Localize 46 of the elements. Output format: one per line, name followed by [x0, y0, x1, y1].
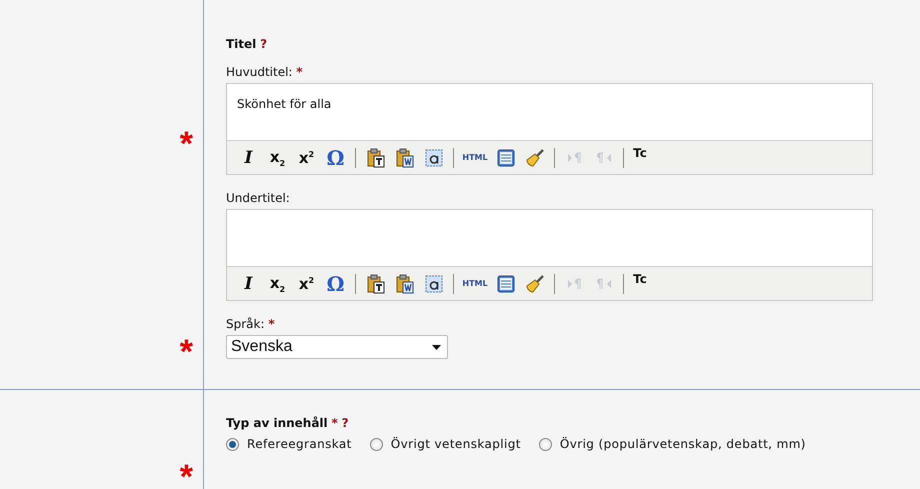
- tc-button[interactable]: Tc: [630, 146, 650, 170]
- sub-button[interactable]: x$_{2}$: [264, 146, 291, 170]
- required-mark: *: [331, 416, 338, 430]
- section-heading: Titel: [226, 37, 256, 51]
- help-link[interactable]: ?: [260, 37, 268, 51]
- paste-text-icon: [366, 148, 386, 168]
- omega-button[interactable]: Ω: [322, 272, 349, 296]
- paste-text-icon: [366, 274, 386, 294]
- paste-word-icon: [394, 148, 414, 168]
- radio-button[interactable]: [538, 438, 552, 450]
- sup-button[interactable]: x$^{2}$: [293, 146, 320, 170]
- field-label: Språk:: [226, 317, 265, 331]
- language-dropdown[interactable]: Svenska: [226, 335, 448, 359]
- template-icon: [496, 274, 516, 294]
- radio-label[interactable]: Övrigt vetenskapligt: [390, 437, 521, 451]
- italic-button[interactable]: I: [235, 146, 262, 170]
- sup-button[interactable]: x$^{2}$: [293, 272, 320, 296]
- rich-text-editor[interactable]: Skönhet för alla I x$_{2}$ x$^{2}$ Ω HTML Tc: [226, 83, 873, 175]
- section-heading: Typ av innehåll: [226, 416, 328, 430]
- field-label: Undertitel:: [226, 191, 290, 205]
- required-mark: *: [180, 460, 193, 489]
- omega-button[interactable]: Ω: [322, 146, 349, 170]
- radio-button[interactable]: [370, 438, 383, 450]
- dropdown-arrow-icon: [432, 344, 441, 350]
- field-label: Huvudtitel:: [226, 65, 292, 79]
- tc-button[interactable]: Tc: [630, 272, 650, 296]
- radio-label[interactable]: Refereegranskat: [247, 437, 352, 451]
- radio-button[interactable]: [226, 438, 239, 450]
- html-button[interactable]: HTML: [460, 146, 490, 170]
- required-mark: *: [180, 126, 193, 160]
- brush-icon: [524, 274, 544, 294]
- required-mark: *: [296, 65, 303, 79]
- html-button[interactable]: HTML: [460, 272, 490, 296]
- italic-button[interactable]: I: [235, 272, 262, 296]
- select-all-icon: [424, 148, 444, 168]
- rich-text-editor[interactable]: I x$_{2}$ x$^{2}$ Ω HTML Tc: [226, 209, 873, 301]
- text-area[interactable]: Skönhet för alla: [227, 84, 872, 140]
- brush-icon: [524, 148, 544, 168]
- help-link[interactable]: ?: [342, 416, 349, 430]
- required-mark: *: [180, 335, 193, 369]
- select-all-icon: [424, 274, 444, 294]
- sub-button[interactable]: x$_{2}$: [264, 272, 291, 296]
- radio-label[interactable]: Övrig (populärvetenskap, debatt, mm): [560, 437, 806, 451]
- paste-word-icon: [394, 274, 414, 294]
- template-icon: [496, 148, 516, 168]
- required-mark: *: [268, 317, 275, 331]
